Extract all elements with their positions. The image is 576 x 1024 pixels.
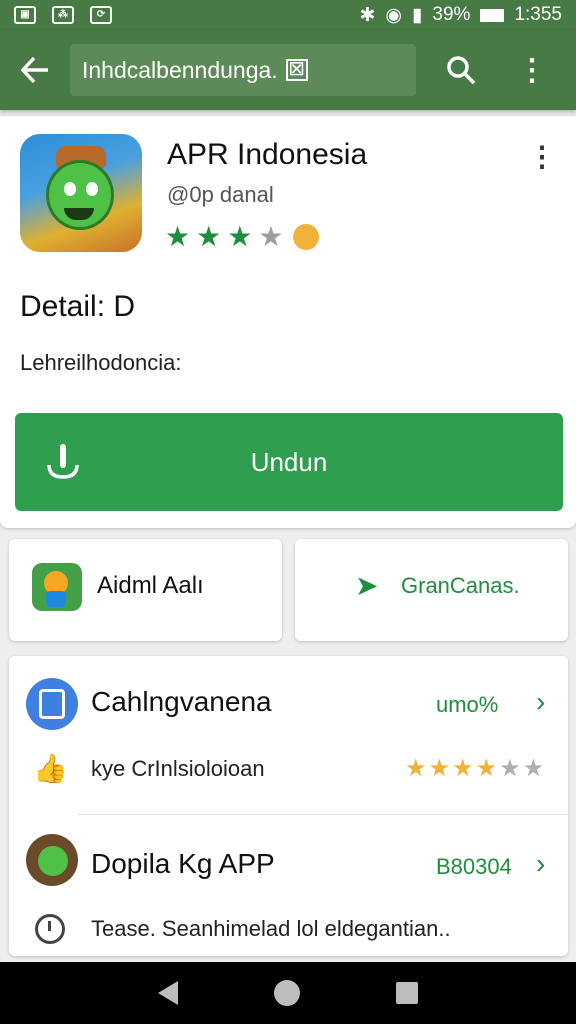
search-input[interactable]: Inhdcalbenndunga. ⊠: [70, 44, 416, 96]
sync-icon: ⟳: [90, 6, 112, 24]
nav-recents-icon[interactable]: [396, 982, 418, 1004]
app-logo: [20, 134, 142, 252]
back-arrow-icon[interactable]: [0, 30, 70, 110]
star-icon: ★: [196, 221, 222, 252]
search-text: Inhdcalbenndunga.: [82, 56, 278, 83]
star-empty-icon: ★: [258, 221, 284, 252]
app-detail-card: APR Indonesia @0p danal ★ ★ ★ ★ ⋮ Detail…: [0, 116, 576, 528]
nav-back-icon[interactable]: [158, 981, 178, 1005]
divider: [77, 814, 568, 815]
cell-signal-icon: ▮: [411, 4, 423, 26]
list-item-title: Cahlngvanena: [91, 686, 272, 717]
star-icon: ★: [165, 221, 191, 252]
thumbs-up-icon: 👍: [33, 753, 68, 784]
app-avatar-icon: [32, 563, 82, 611]
clock-icon: [35, 914, 65, 944]
list-item-subtext: kye CrInlsioloioan: [91, 756, 265, 781]
signal-icon: ⁂: [52, 6, 74, 24]
quick-action-2[interactable]: ➤ GranCanas.: [295, 539, 568, 641]
quick-action-1[interactable]: Aidml Aalı: [9, 539, 282, 641]
status-bar: ▣ ⁂ ⟳ ✱ ◉ ▮ 39% 1:355: [0, 0, 576, 30]
app-toolbar: Inhdcalbenndunga. ⊠ ⋮: [0, 30, 576, 110]
detail-description: Lehreilhodoncia:: [20, 350, 182, 375]
sub-rating: ★ ★ ★ ★ ★ ★: [405, 755, 545, 782]
install-button[interactable]: Undun: [15, 413, 563, 511]
star-icon: ★: [227, 221, 253, 252]
app-developer: @0p danal: [167, 182, 274, 207]
info-list-card: Cahlngvanena umo% › 👍 kye CrInlsioloioan…: [9, 656, 568, 956]
quick-action-label: Aidml Aalı: [97, 572, 204, 599]
card-more-icon[interactable]: ⋮: [528, 140, 556, 173]
image-icon: ▣: [14, 6, 36, 24]
more-vert-icon[interactable]: ⋮: [506, 30, 558, 110]
send-icon: ➤: [355, 570, 379, 601]
detail-title: Detail: D: [20, 290, 136, 323]
list-item-value: B80304: [436, 854, 512, 879]
install-label: Undun: [250, 446, 328, 477]
list-item-subtext: Tease. Seanhimelad lol eldegantian..: [91, 916, 451, 941]
list-item-title: Dopila Kg APP: [91, 848, 275, 879]
chevron-right-icon[interactable]: ›: [536, 686, 545, 718]
download-icon: [47, 444, 79, 479]
list-item-value: umo%: [436, 692, 499, 717]
bluetooth-icon: ✱: [359, 4, 376, 26]
nav-home-icon[interactable]: [274, 980, 300, 1006]
app-rating: ★ ★ ★ ★: [165, 220, 320, 253]
battery-icon: [480, 8, 505, 22]
badge-icon: [293, 223, 320, 250]
document-icon: [26, 678, 78, 730]
battery-percent: 39%: [432, 4, 471, 25]
chevron-right-icon[interactable]: ›: [536, 848, 545, 880]
search-icon[interactable]: [416, 30, 506, 110]
navigation-bar: [0, 962, 576, 1024]
quick-action-label: GranCanas.: [401, 573, 520, 598]
wifi-icon: ◉: [385, 4, 402, 26]
app-title: APR Indonesia: [167, 138, 368, 171]
app-avatar-icon: [26, 834, 78, 886]
qr-icon[interactable]: ⊠: [285, 59, 308, 81]
clock-time: 1:355: [514, 4, 562, 25]
